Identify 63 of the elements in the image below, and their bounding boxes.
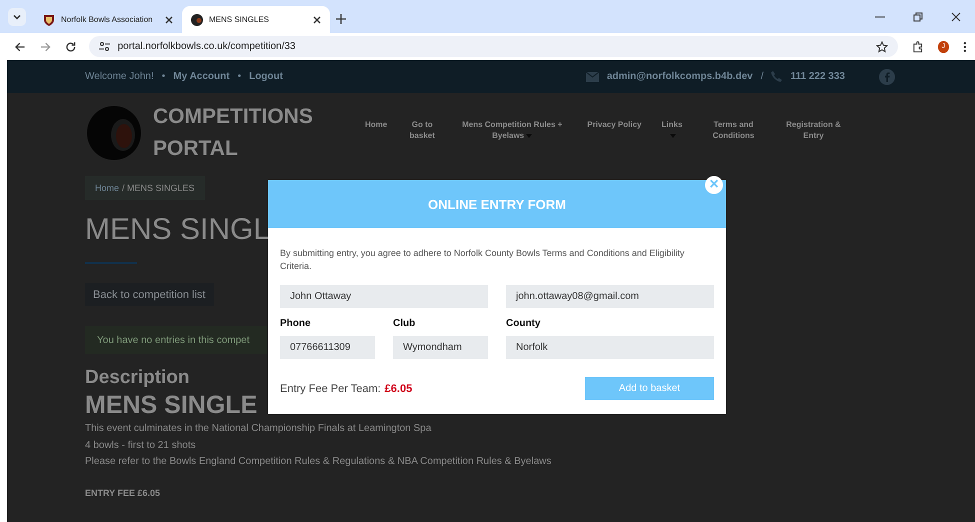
nav-link[interactable]: Terms and Conditions [704, 119, 764, 141]
description-text: Please refer to the Bowls England Competition Rules & Regulations & NBA Competition Rules & Byelaws [85, 455, 552, 469]
reload-icon[interactable] [65, 40, 77, 52]
more-menu-icon[interactable] [963, 40, 968, 52]
field-label: Phone [280, 318, 312, 329]
email-field[interactable]: john.ottaway08@gmail.com [506, 285, 714, 308]
breadcrumb-current: / MENS SINGLES [122, 183, 195, 193]
address-bar[interactable]: portal.norfolkbowls.co.uk/competition/33 [88, 36, 898, 57]
input-field[interactable]: 07766611309 [280, 336, 375, 359]
caret-icon [526, 134, 532, 138]
star-icon[interactable] [876, 40, 888, 52]
entry-fee-label: Entry Fee Per Team: [280, 382, 381, 394]
close-icon[interactable] [313, 16, 321, 24]
bullet-separator: • [238, 71, 242, 82]
page-title: MENS SINGL [85, 212, 270, 248]
phone-text: 111 222 333 [790, 71, 845, 82]
restore-icon[interactable] [913, 12, 923, 22]
bowl-icon [191, 14, 203, 26]
site-title: COMPETITIONS [153, 104, 314, 130]
email-link[interactable]: admin@norfolkcomps.b4b.dev [606, 71, 753, 82]
site-settings-icon[interactable] [98, 41, 110, 52]
site-title: PORTAL [153, 136, 239, 162]
account-link[interactable]: My Account [173, 71, 230, 82]
nav-link[interactable]: Privacy Policy [587, 119, 642, 130]
name-field[interactable]: John Ottaway [280, 285, 488, 308]
shield-icon [43, 14, 55, 26]
new-tab-icon[interactable] [336, 14, 346, 24]
envelope-icon [586, 72, 599, 82]
notice-banner: You have no entries in this compet [85, 326, 267, 354]
caret-icon [12, 12, 22, 22]
nav-link[interactable]: Mens Competition Rules + Byelaws [457, 119, 568, 141]
entry-fee-value: £6.05 [384, 382, 412, 394]
nav-link[interactable]: Registration & Entry [784, 119, 844, 141]
entry-fee-text: ENTRY FEE £6.05 [85, 488, 160, 498]
divider-text: / [760, 71, 764, 82]
caret-icon [670, 134, 676, 138]
nav-link[interactable]: Home [365, 119, 388, 130]
account-link[interactable]: Logout [249, 71, 283, 82]
field-label: County [506, 318, 542, 329]
tab-list-button[interactable] [8, 8, 26, 26]
browser-tab[interactable]: Norfolk Bowls Association [34, 6, 182, 33]
dialog-title: ONLINE ENTRY FORM [428, 196, 566, 212]
field-label: Club [393, 318, 416, 329]
nav-link[interactable]: Links [662, 119, 684, 141]
agreement-text: By submitting entry, you agree to adhere to Norfolk County Bowls Terms and Conditions and Eligibility Criteria. [280, 247, 686, 273]
input-field[interactable]: Norfolk [506, 336, 714, 359]
section-heading: Description [85, 366, 190, 390]
description-text: This event culminates in the National Championship Finals at Leamington Spa [85, 422, 432, 436]
phone-icon [771, 71, 782, 82]
competition-title: MENS SINGLE [85, 390, 258, 420]
close-icon[interactable] [951, 12, 961, 22]
extensions-icon[interactable] [912, 40, 924, 52]
close-icon[interactable] [165, 16, 173, 24]
description-text: 4 bowls - first to 21 shots [85, 438, 196, 452]
back-button[interactable]: Back to competition list [85, 283, 214, 306]
back-arrow-icon[interactable] [14, 40, 26, 52]
bullet-separator: • [162, 71, 166, 82]
forward-arrow-icon[interactable] [40, 40, 52, 52]
nav-link[interactable]: Go to basket [407, 119, 438, 141]
browser-tab[interactable]: MENS SINGLES [182, 6, 330, 33]
breadcrumb-link[interactable]: Home [95, 183, 120, 193]
input-field[interactable]: Wymondham [393, 336, 488, 359]
welcome-text: Welcome John! [85, 71, 154, 82]
